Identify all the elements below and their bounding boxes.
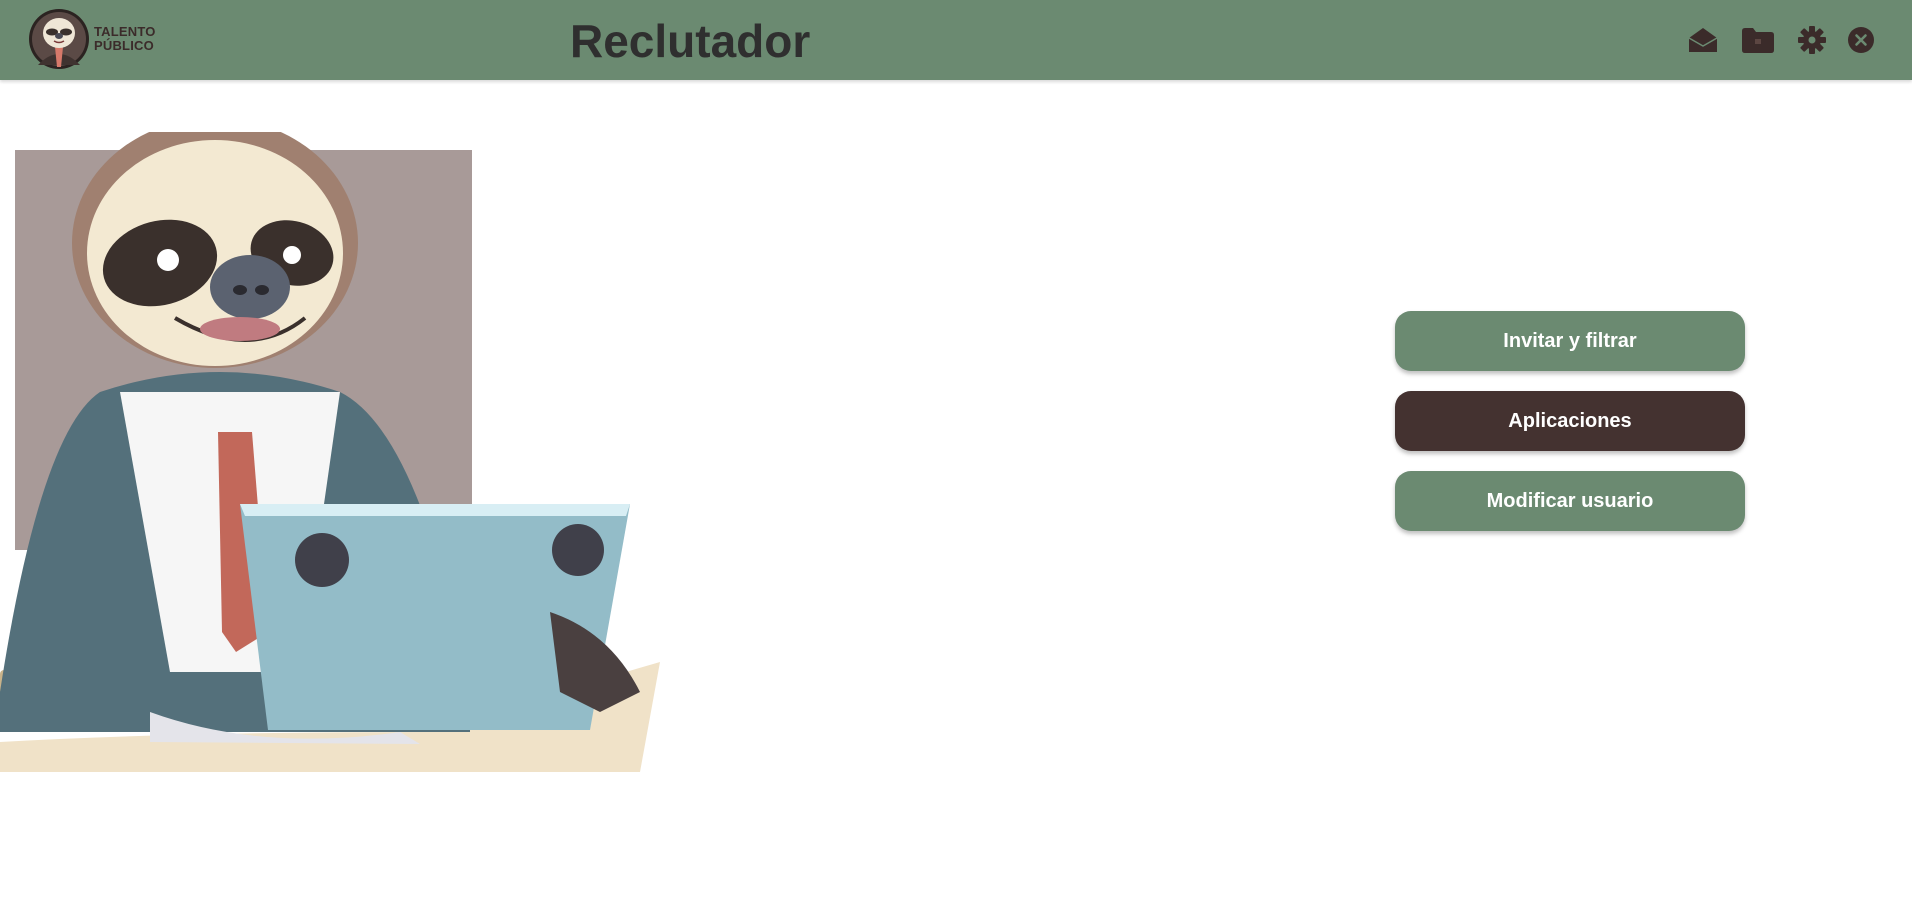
logo-text-line1: TALENTO bbox=[94, 24, 156, 39]
invite-filter-button[interactable]: Invitar y filtrar bbox=[1395, 311, 1745, 371]
recruiter-menu: Invitar y filtrar Aplicaciones Modificar… bbox=[1395, 311, 1745, 551]
app-header: TALENTO PÚBLICO Reclutador bbox=[0, 0, 1912, 80]
mail-icon[interactable] bbox=[1687, 26, 1719, 54]
modify-user-button[interactable]: Modificar usuario bbox=[1395, 471, 1745, 531]
talento-publico-logo[interactable]: TALENTO PÚBLICO bbox=[28, 7, 156, 71]
sloth-logo-icon bbox=[28, 7, 90, 71]
page-title: Reclutador bbox=[570, 15, 811, 67]
folder-icon[interactable] bbox=[1741, 26, 1775, 54]
logo-text-line2: PÚBLICO bbox=[94, 38, 154, 53]
sloth-at-laptop-illustration bbox=[0, 118, 680, 777]
applications-button[interactable]: Aplicaciones bbox=[1395, 391, 1745, 451]
close-icon[interactable] bbox=[1847, 26, 1875, 54]
gear-icon[interactable] bbox=[1797, 25, 1827, 55]
